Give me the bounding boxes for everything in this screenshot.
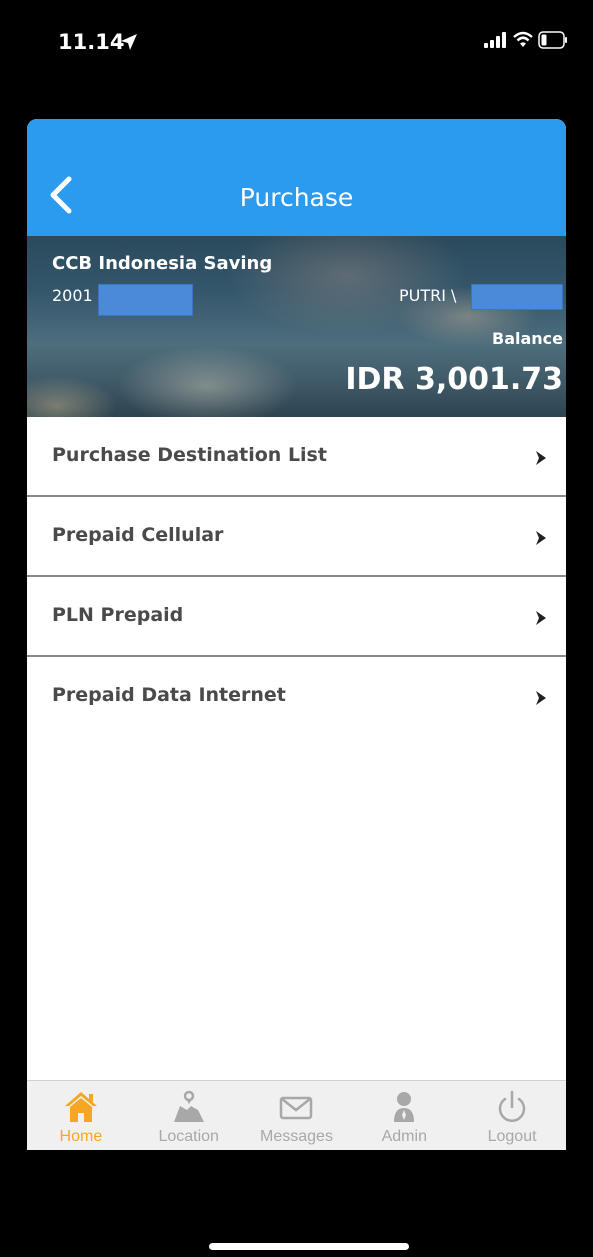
menu-item-label: Prepaid Cellular bbox=[52, 524, 224, 546]
tab-label: Location bbox=[158, 1128, 219, 1145]
admin-icon bbox=[394, 1092, 415, 1122]
location-arrow-icon bbox=[121, 34, 137, 50]
chevron-right-icon bbox=[536, 611, 546, 625]
menu-item-prepaid-data-internet[interactable]: Prepaid Data Internet bbox=[27, 657, 566, 737]
app-screen: Purchase CCB Indonesia Saving 2001 PUTRI… bbox=[27, 119, 566, 1150]
home-icon bbox=[64, 1092, 97, 1122]
bottom-tab-bar: Home Location Messages Admin Logout bbox=[27, 1080, 566, 1150]
home-indicator[interactable] bbox=[209, 1243, 409, 1250]
chevron-right-icon bbox=[536, 451, 546, 465]
menu-item-label: Prepaid Data Internet bbox=[52, 684, 286, 706]
menu-item-label: Purchase Destination List bbox=[52, 444, 327, 466]
balance-amount: IDR 3,001.73 bbox=[345, 362, 563, 397]
chevron-right-icon bbox=[536, 531, 546, 545]
map-icon bbox=[173, 1090, 204, 1122]
power-icon bbox=[498, 1090, 526, 1122]
tab-label: Logout bbox=[487, 1128, 537, 1145]
battery-icon bbox=[538, 31, 567, 49]
tab-logout[interactable]: Logout bbox=[458, 1081, 566, 1150]
tab-location[interactable]: Location bbox=[135, 1081, 243, 1150]
cellular-signal-icon bbox=[484, 32, 506, 48]
tab-home[interactable]: Home bbox=[27, 1081, 135, 1150]
purchase-menu: Purchase Destination List Prepaid Cellul… bbox=[27, 417, 566, 737]
redaction-mask bbox=[98, 284, 193, 316]
status-bar: 11.14 bbox=[0, 0, 593, 100]
status-time: 11.14 bbox=[58, 30, 125, 54]
balance-label: Balance bbox=[492, 329, 563, 348]
envelope-icon bbox=[280, 1096, 313, 1120]
menu-item-purchase-destination-list[interactable]: Purchase Destination List bbox=[27, 417, 566, 497]
account-card: CCB Indonesia Saving 2001 PUTRI \ Balanc… bbox=[27, 236, 566, 417]
wifi-icon bbox=[513, 31, 533, 47]
account-number: 2001 bbox=[52, 286, 93, 305]
chevron-right-icon bbox=[536, 691, 546, 705]
menu-item-label: PLN Prepaid bbox=[52, 604, 184, 626]
account-name: CCB Indonesia Saving bbox=[52, 253, 273, 274]
tab-label: Home bbox=[59, 1128, 103, 1145]
account-owner: PUTRI \ bbox=[399, 286, 457, 305]
redaction-mask bbox=[471, 284, 563, 310]
tab-label: Admin bbox=[381, 1128, 427, 1145]
menu-item-pln-prepaid[interactable]: PLN Prepaid bbox=[27, 577, 566, 657]
tab-label: Messages bbox=[260, 1128, 333, 1145]
tab-messages[interactable]: Messages bbox=[243, 1081, 351, 1150]
menu-item-prepaid-cellular[interactable]: Prepaid Cellular bbox=[27, 497, 566, 577]
tab-admin[interactable]: Admin bbox=[350, 1081, 458, 1150]
nav-bar: Purchase bbox=[27, 119, 566, 236]
page-title: Purchase bbox=[239, 183, 354, 212]
